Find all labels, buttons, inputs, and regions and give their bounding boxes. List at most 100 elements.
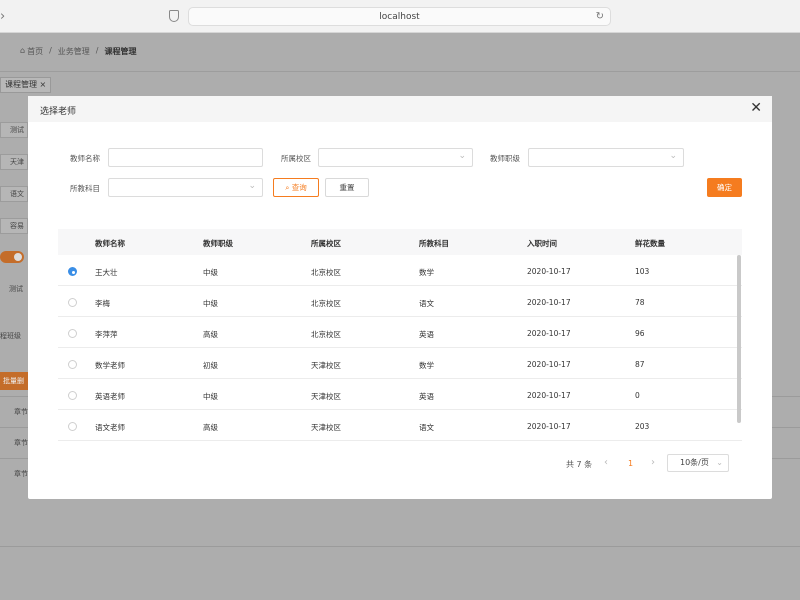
row-radio[interactable] bbox=[68, 391, 77, 400]
rank-select[interactable]: ⌄ bbox=[528, 148, 684, 167]
pagination-page[interactable]: 1 bbox=[628, 459, 633, 468]
close-icon[interactable]: × bbox=[40, 80, 47, 89]
reload-icon[interactable]: ↻ bbox=[596, 8, 604, 26]
join-date: 2020-10-17 bbox=[527, 391, 571, 400]
subject-select[interactable]: ⌄ bbox=[108, 178, 263, 197]
flower-count: 103 bbox=[635, 267, 650, 276]
table-row[interactable]: 英语老师 中级 天津校区 英语 2020-10-17 0 bbox=[58, 379, 742, 410]
breadcrumb: ⌂ 首页 / 业务管理 / 课程管理 bbox=[20, 46, 137, 57]
table-header: 教师名称 教师职级 所属校区 所教科目 入职时间 鲜花数量 bbox=[58, 229, 742, 255]
teacher-rank: 高级 bbox=[203, 330, 218, 339]
chevron-down-icon: ⌄ bbox=[248, 181, 256, 191]
join-date: 2020-10-17 bbox=[527, 329, 571, 338]
confirm-button[interactable]: 确定 bbox=[707, 178, 742, 197]
teacher-campus: 北京校区 bbox=[311, 268, 341, 277]
table-scrollbar[interactable] bbox=[737, 255, 741, 423]
pagination-total: 共 7 条 bbox=[566, 460, 593, 469]
chevron-right-icon[interactable]: › bbox=[651, 457, 655, 468]
column-header: 所属校区 bbox=[311, 239, 341, 248]
column-header: 教师职级 bbox=[203, 239, 233, 248]
table-row[interactable]: 数学老师 初级 天津校区 数学 2020-10-17 87 bbox=[58, 348, 742, 379]
reset-button[interactable]: 重置 bbox=[325, 178, 369, 197]
row-radio[interactable] bbox=[68, 329, 77, 338]
row-radio[interactable] bbox=[68, 298, 77, 307]
teacher-subject: 语文 bbox=[419, 299, 434, 308]
flower-count: 78 bbox=[635, 298, 645, 307]
teacher-rank: 初级 bbox=[203, 361, 218, 370]
teacher-table: 教师名称 教师职级 所属校区 所教科目 入职时间 鲜花数量 王大壮 中级 北京校… bbox=[58, 229, 742, 444]
column-header: 入职时间 bbox=[527, 239, 557, 248]
campus-label: 所属校区 bbox=[281, 154, 311, 163]
chevron-down-icon: ⌄ bbox=[716, 458, 723, 467]
teacher-campus: 天津校区 bbox=[311, 361, 341, 370]
teacher-rank: 中级 bbox=[203, 392, 218, 401]
teacher-subject: 数学 bbox=[419, 361, 434, 370]
row-radio[interactable] bbox=[68, 267, 77, 276]
teacher-campus: 天津校区 bbox=[311, 392, 341, 401]
teacher-name-label: 教师名称 bbox=[70, 154, 100, 163]
teacher-name: 英语老师 bbox=[95, 392, 125, 401]
bg-cell: 章节 bbox=[14, 470, 28, 478]
url-text: localhost bbox=[379, 12, 420, 22]
table-row[interactable]: 李萍萍 高级 北京校区 英语 2020-10-17 96 bbox=[58, 317, 742, 348]
page-size-select[interactable]: 10条/页 ⌄ bbox=[667, 454, 729, 472]
flower-count: 96 bbox=[635, 329, 645, 338]
teacher-subject: 语文 bbox=[419, 423, 434, 432]
flower-count: 203 bbox=[635, 422, 650, 431]
flower-count: 87 bbox=[635, 360, 645, 369]
join-date: 2020-10-17 bbox=[527, 360, 571, 369]
teacher-name: 李梅 bbox=[95, 299, 110, 308]
chevron-down-icon: ⌄ bbox=[669, 151, 677, 161]
shield-icon[interactable] bbox=[169, 10, 179, 22]
teacher-name: 王大壮 bbox=[95, 268, 118, 277]
breadcrumb-business[interactable]: 业务管理 bbox=[58, 46, 90, 57]
teacher-campus: 天津校区 bbox=[311, 423, 341, 432]
join-date: 2020-10-17 bbox=[527, 422, 571, 431]
bg-cell: 章节 bbox=[14, 439, 28, 447]
table-row[interactable]: 王大壮 中级 北京校区 数学 2020-10-17 103 bbox=[58, 255, 742, 286]
bg-cell: 语文 bbox=[0, 186, 28, 202]
teacher-name-input[interactable] bbox=[108, 148, 263, 167]
teacher-subject: 数学 bbox=[419, 268, 434, 277]
browser-toolbar: › localhost ↻ bbox=[0, 0, 800, 33]
home-icon: ⌂ bbox=[20, 46, 26, 55]
bg-cell: 测试 bbox=[0, 122, 28, 138]
bg-cell: 程班级 bbox=[0, 332, 21, 340]
table-row[interactable]: 语文老师 高级 天津校区 语文 2020-10-17 203 bbox=[58, 410, 742, 441]
row-radio[interactable] bbox=[68, 360, 77, 369]
teacher-name: 语文老师 bbox=[95, 423, 125, 432]
bg-cell: 测试 bbox=[9, 285, 23, 293]
query-button[interactable]: ⌕ 查询 bbox=[273, 178, 319, 197]
tab-course-management[interactable]: 课程管理 × bbox=[0, 77, 52, 93]
teacher-rank: 中级 bbox=[203, 299, 218, 308]
chevron-left-icon[interactable]: ‹ bbox=[604, 457, 608, 468]
teacher-rank: 高级 bbox=[203, 423, 218, 432]
breadcrumb-current: 课程管理 bbox=[104, 47, 137, 56]
close-icon[interactable]: ✕ bbox=[750, 101, 762, 115]
back-chevron-icon[interactable]: › bbox=[0, 9, 5, 24]
address-bar[interactable]: localhost ↻ bbox=[188, 7, 611, 26]
divider bbox=[0, 71, 800, 72]
search-icon: ⌕ bbox=[285, 183, 290, 192]
select-teacher-dialog: 选择老师 ✕ 教师名称 所属校区 ⌄ 教师职级 ⌄ 所教科目 ⌄ ⌕ 查询 重置… bbox=[28, 96, 772, 499]
bg-cell: 天津 bbox=[0, 154, 28, 170]
bg-cell: 章节 bbox=[14, 408, 28, 416]
bg-cell: 容易 bbox=[0, 218, 28, 234]
join-date: 2020-10-17 bbox=[527, 267, 571, 276]
campus-select[interactable]: ⌄ bbox=[318, 148, 473, 167]
batch-delete-button: 批量删 bbox=[0, 372, 28, 390]
column-header: 所教科目 bbox=[419, 239, 449, 248]
table-row[interactable]: 李梅 中级 北京校区 语文 2020-10-17 78 bbox=[58, 286, 742, 317]
subject-label: 所教科目 bbox=[70, 184, 100, 193]
teacher-name: 李萍萍 bbox=[95, 330, 118, 339]
teacher-name: 数学老师 bbox=[95, 361, 125, 370]
teacher-campus: 北京校区 bbox=[311, 330, 341, 339]
join-date: 2020-10-17 bbox=[527, 298, 571, 307]
teacher-subject: 英语 bbox=[419, 330, 434, 339]
column-header: 鲜花数量 bbox=[635, 239, 665, 248]
row-radio[interactable] bbox=[68, 422, 77, 431]
teacher-campus: 北京校区 bbox=[311, 299, 341, 308]
flower-count: 0 bbox=[635, 391, 640, 400]
breadcrumb-home[interactable]: ⌂ 首页 bbox=[20, 46, 43, 57]
chevron-down-icon: ⌄ bbox=[458, 151, 466, 161]
